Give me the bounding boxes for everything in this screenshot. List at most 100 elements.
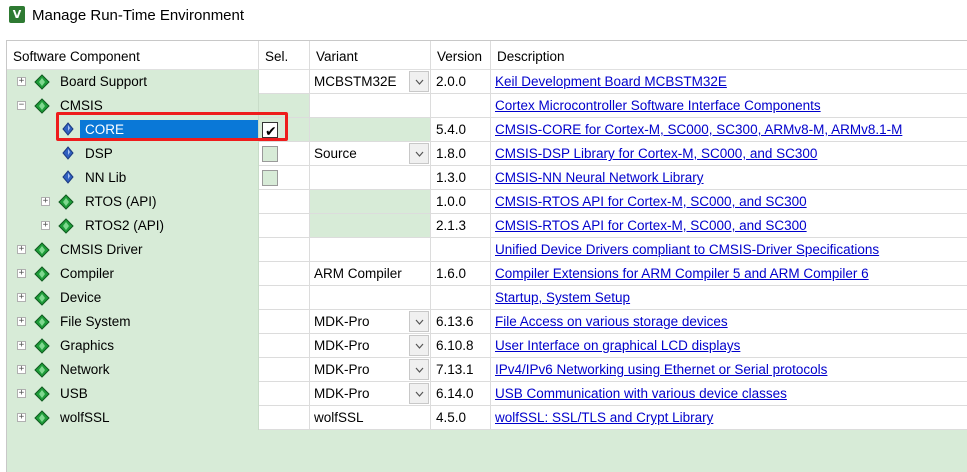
variant-dropdown[interactable]: MDK-Pro [310, 382, 431, 406]
variant-dropdown[interactable]: MDK-Pro [310, 358, 431, 382]
description-link[interactable]: CMSIS-DSP Library for Cortex-M, SC000, a… [491, 142, 967, 166]
chevron-down-icon[interactable] [409, 359, 429, 380]
description-link[interactable]: Keil Development Board MCBSTM32E [491, 70, 967, 94]
column-header-description[interactable]: Description [491, 41, 967, 70]
chevron-down-icon[interactable] [409, 143, 429, 164]
table-row[interactable]: + Device Startup, System Setup [7, 286, 967, 310]
description-link-text[interactable]: Unified Device Drivers compliant to CMSI… [495, 242, 879, 257]
table-row[interactable]: + Board Support MCBSTM32E 2.0.0 Keil Dev… [7, 70, 967, 94]
table-row[interactable]: + wolfSSL wolfSSL 4.5.0 wolfSSL: SSL/TLS… [7, 406, 967, 430]
expand-plus-icon[interactable]: + [17, 317, 26, 326]
description-link-text[interactable]: Startup, System Setup [495, 290, 630, 305]
variant-dropdown[interactable]: MDK-Pro [310, 310, 431, 334]
description-link-text[interactable]: Compiler Extensions for ARM Compiler 5 a… [495, 266, 869, 281]
description-link[interactable]: wolfSSL: SSL/TLS and Crypt Library [491, 406, 967, 430]
description-link-text[interactable]: File Access on various storage devices [495, 314, 728, 329]
description-link-text[interactable]: IPv4/IPv6 Networking using Ethernet or S… [495, 362, 827, 377]
table-row[interactable]: NN Lib 1.3.0 CMSIS-NN Neural Network Lib… [7, 166, 967, 190]
component-cell: + RTOS2 (API) [7, 214, 259, 238]
variant-value: MDK-Pro [314, 386, 370, 401]
expand-plus-icon[interactable]: + [17, 341, 26, 350]
table-row[interactable]: + Compiler ARM Compiler 1.6.0 Compiler E… [7, 262, 967, 286]
table-row[interactable]: + RTOS (API) 1.0.0 CMSIS-RTOS API for Co… [7, 190, 967, 214]
description-link[interactable]: USB Communication with various device cl… [491, 382, 967, 406]
green-component-icon [34, 314, 50, 330]
table-row[interactable]: DSP Source 1.8.0 CMSIS-DSP Library for C… [7, 142, 967, 166]
column-header-component[interactable]: Software Component [7, 41, 259, 70]
component-name: Device [60, 290, 102, 305]
version-cell [431, 286, 491, 310]
green-component-icon [34, 290, 50, 306]
expand-plus-icon[interactable]: + [41, 197, 50, 206]
table-row[interactable]: + Network MDK-Pro 7.13.1 IPv4/IPv6 Netwo… [7, 358, 967, 382]
version-cell: 6.13.6 [431, 310, 491, 334]
description-link[interactable]: User Interface on graphical LCD displays [491, 334, 967, 358]
description-link-text[interactable]: User Interface on graphical LCD displays [495, 338, 740, 353]
expand-plus-icon[interactable]: + [17, 365, 26, 374]
column-header-variant[interactable]: Variant [310, 41, 431, 70]
expand-plus-icon[interactable]: + [17, 293, 26, 302]
description-link[interactable]: Startup, System Setup [491, 286, 967, 310]
chevron-down-icon[interactable] [409, 311, 429, 332]
description-link-text[interactable]: CMSIS-RTOS API for Cortex-M, SC000, and … [495, 194, 807, 209]
description-link[interactable]: Cortex Microcontroller Software Interfac… [491, 94, 967, 118]
description-link-text[interactable]: USB Communication with various device cl… [495, 386, 787, 401]
description-link[interactable]: Unified Device Drivers compliant to CMSI… [491, 238, 967, 262]
sel-cell [259, 358, 310, 382]
component-cell: + wolfSSL [7, 406, 259, 430]
description-link-text[interactable]: Keil Development Board MCBSTM32E [495, 74, 727, 89]
variant-cell [310, 286, 431, 310]
table-row[interactable]: + Graphics MDK-Pro 6.10.8 User Interface… [7, 334, 967, 358]
description-link-text[interactable]: CMSIS-CORE for Cortex-M, SC000, SC300, A… [495, 122, 902, 137]
expand-plus-icon[interactable]: + [17, 77, 26, 86]
table-row[interactable]: + File System MDK-Pro 6.13.6 File Access… [7, 310, 967, 334]
chevron-down-icon[interactable] [409, 383, 429, 404]
component-name: Compiler [60, 266, 115, 281]
sel-cell [259, 166, 310, 190]
select-checkbox[interactable] [262, 170, 278, 186]
select-checkbox[interactable] [262, 146, 278, 162]
column-header-version[interactable]: Version [431, 41, 491, 70]
collapse-minus-icon[interactable]: − [17, 101, 26, 110]
green-component-icon [34, 386, 50, 402]
description-link[interactable]: IPv4/IPv6 Networking using Ethernet or S… [491, 358, 967, 382]
column-header-sel[interactable]: Sel. [259, 41, 310, 70]
description-link[interactable]: Compiler Extensions for ARM Compiler 5 a… [491, 262, 967, 286]
expand-plus-icon[interactable]: + [17, 245, 26, 254]
variant-dropdown[interactable]: Source [310, 142, 431, 166]
version-cell: 2.0.0 [431, 70, 491, 94]
description-link[interactable]: CMSIS-CORE for Cortex-M, SC000, SC300, A… [491, 118, 967, 142]
sel-cell [259, 70, 310, 94]
window-title: Manage Run-Time Environment [32, 7, 245, 24]
sel-cell [259, 334, 310, 358]
expand-plus-icon[interactable]: + [17, 389, 26, 398]
description-link-text[interactable]: CMSIS-DSP Library for Cortex-M, SC000, a… [495, 146, 817, 161]
version-cell: 4.5.0 [431, 406, 491, 430]
variant-cell [310, 214, 431, 238]
expand-plus-icon[interactable]: + [17, 413, 26, 422]
description-link[interactable]: CMSIS-NN Neural Network Library [491, 166, 967, 190]
chevron-down-icon[interactable] [409, 335, 429, 356]
description-link[interactable]: File Access on various storage devices [491, 310, 967, 334]
expand-plus-icon[interactable]: + [41, 221, 50, 230]
variant-dropdown[interactable]: MDK-Pro [310, 334, 431, 358]
version-cell: 1.0.0 [431, 190, 491, 214]
description-link-text[interactable]: CMSIS-RTOS API for Cortex-M, SC000, and … [495, 218, 807, 233]
version-cell: 1.6.0 [431, 262, 491, 286]
description-link-text[interactable]: wolfSSL: SSL/TLS and Crypt Library [495, 410, 713, 425]
description-link-text[interactable]: CMSIS-NN Neural Network Library [495, 170, 704, 185]
table-row[interactable]: + RTOS2 (API) 2.1.3 CMSIS-RTOS API for C… [7, 214, 967, 238]
component-name: Graphics [60, 338, 115, 353]
table-row[interactable]: + USB MDK-Pro 6.14.0 USB Communication w… [7, 382, 967, 406]
sel-cell [259, 142, 310, 166]
green-component-icon [34, 362, 50, 378]
chevron-down-icon[interactable] [409, 71, 429, 92]
expand-plus-icon[interactable]: + [17, 269, 26, 278]
variant-dropdown[interactable]: MCBSTM32E [310, 70, 431, 94]
description-link[interactable]: CMSIS-RTOS API for Cortex-M, SC000, and … [491, 190, 967, 214]
component-cell: + Graphics [7, 334, 259, 358]
description-link[interactable]: CMSIS-RTOS API for Cortex-M, SC000, and … [491, 214, 967, 238]
blue-component-icon [62, 146, 74, 160]
table-row[interactable]: + CMSIS Driver Unified Device Drivers co… [7, 238, 967, 262]
description-link-text[interactable]: Cortex Microcontroller Software Interfac… [495, 98, 821, 113]
